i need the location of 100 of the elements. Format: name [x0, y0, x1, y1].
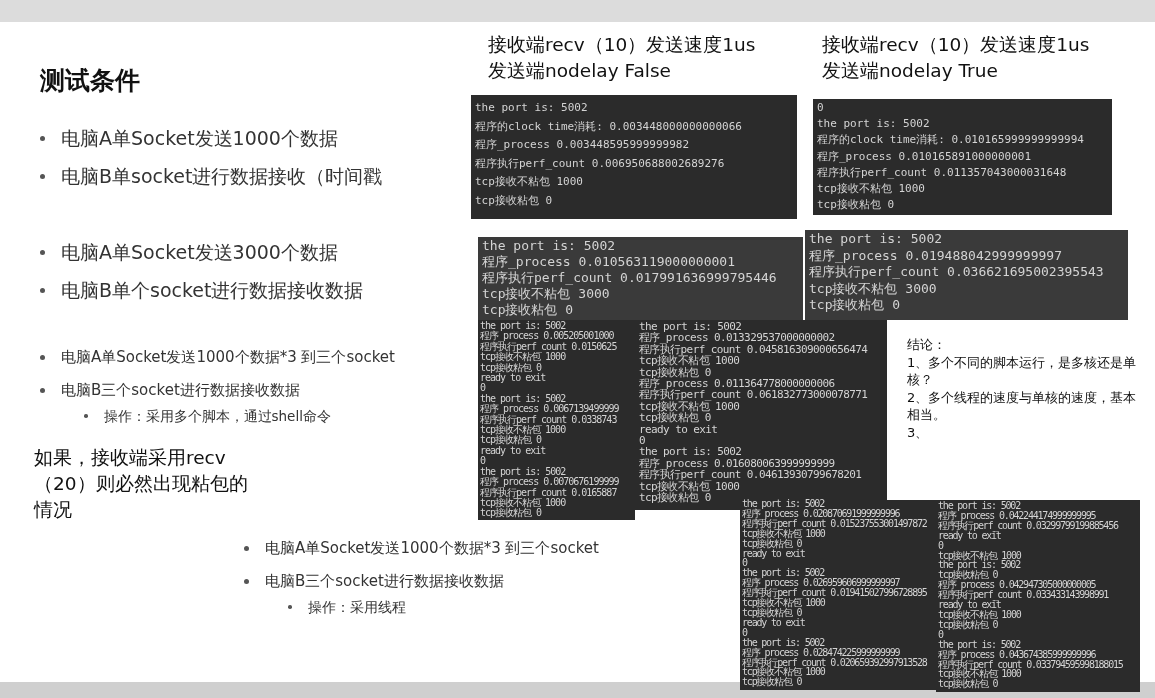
- terminal-line: tcp接收不粘包 1000: [742, 598, 825, 608]
- terminal-line: the port is: 5002: [480, 466, 566, 477]
- terminal-line: 程序执行perf_count 0.011357043000031648: [817, 164, 1067, 181]
- terminal-line: the port is: 5002: [938, 501, 1020, 511]
- terminal-line: 程序执行perf_count 0.0338743: [480, 414, 617, 426]
- terminal-line: 程序_process 0.028474225999999999: [742, 647, 900, 658]
- terminal-line: 程序_process 0.042244174999999995: [938, 510, 1096, 521]
- terminal-line: the port is: 5002: [817, 116, 930, 133]
- terminal-line: 程序执行perf_count 0.0150625: [480, 341, 617, 353]
- terminal-line: tcp接收不粘包 3000: [809, 280, 937, 297]
- terminal-line: 程序_process 0.043674385999999996: [938, 649, 1096, 660]
- terminal-line: 0: [817, 100, 824, 116]
- terminal-line: tcp接收粘包 0: [480, 362, 542, 374]
- terminal-line: tcp接收粘包 0: [938, 679, 998, 690]
- terminal-line: ready to exit: [938, 530, 1001, 541]
- terminal-line: 程序执行perf_count 0.03299799199885456: [938, 520, 1118, 531]
- terminal-line: tcp接收粘包 0: [480, 435, 542, 446]
- terminal-line: 程序_process 0.042947305000000005: [938, 580, 1096, 591]
- terminal-line: 程序_process 0.005205001000: [480, 331, 614, 342]
- terminal-line: 0: [938, 629, 943, 640]
- terminal-line: the port is: 5002: [742, 499, 824, 509]
- terminal-line: 0: [938, 540, 943, 551]
- terminal-line: 程序_process 0.0070676199999: [480, 477, 619, 488]
- bullet-icon: [40, 249, 45, 255]
- terminal-line: 程序_process 0.026959606999999997: [742, 578, 900, 589]
- terminal-line: the port is: 5002: [482, 238, 616, 254]
- terminal-line: 程序_process 0.016080063999999999: [639, 457, 835, 470]
- terminal-line: tcp接收粘包 0: [938, 619, 998, 630]
- terminal-line: tcp接收粘包 0: [639, 412, 711, 424]
- bullet-text: 电脑B三个socket进行数据接收数据: [61, 380, 300, 401]
- caption-text: 发送端nodelay True: [822, 59, 999, 83]
- bullet-icon: [244, 546, 249, 551]
- terminal-line: tcp接收粘包 0: [475, 192, 553, 209]
- terminal-line: tcp接收不粘包 1000: [742, 667, 825, 678]
- terminal-line: 程序的clock time消耗: 0.003448000000000066: [475, 118, 742, 135]
- terminal-line: 程序_process 0.019488042999999997: [809, 247, 1062, 264]
- terminal-line: tcp接收粘包 0: [742, 677, 802, 688]
- terminal-line: 程序_process 0.013329537000000002: [639, 332, 835, 344]
- terminal-line: 程序_process 0.010563119000000001: [482, 254, 735, 270]
- terminal-line: tcp接收不粘包 1000: [639, 355, 740, 367]
- terminal-line: 0: [480, 383, 486, 394]
- terminal-line: tcp接收不粘包 1000: [639, 400, 740, 413]
- terminal-line: 程序执行perf_count 0.017991636999795446: [482, 270, 777, 286]
- bullet-icon: [40, 355, 45, 360]
- terminal-line: tcp接收不粘包 1000: [475, 174, 583, 190]
- terminal-line: 程序执行perf_count 0.033794595998188015: [938, 659, 1123, 670]
- terminal-line: 0: [742, 558, 747, 569]
- bullet-text: 电脑A单Socket发送1000个数据*3 到三个socket: [265, 538, 599, 559]
- terminal-line: the port is: 5002: [742, 568, 824, 579]
- terminal-line: the port is: 5002: [639, 321, 742, 333]
- terminal-line: the port is: 5002: [639, 446, 742, 458]
- terminal-line: 程序_process 0.011364778000000006: [639, 378, 835, 390]
- terminal-line: tcp接收不粘包 1000: [817, 181, 925, 197]
- terminal-line: 程序执行perf_count 0.045816309000656474: [639, 343, 868, 356]
- terminal-line: tcp接收粘包 0: [809, 297, 901, 314]
- terminal-line: the port is: 5002: [938, 560, 1020, 571]
- terminal-line: 程序执行perf_count 0.0165887: [480, 487, 617, 498]
- terminal-line: tcp接收不粘包 1000: [938, 609, 1021, 620]
- bullet-text: 电脑B三个socket进行数据接收数据: [265, 571, 504, 592]
- terminal-line: 程序_process 0.003448595999999982: [475, 137, 690, 153]
- terminal-line: ready to exit: [938, 600, 1001, 610]
- terminal-line: tcp接收不粘包 1000: [742, 528, 825, 539]
- terminal-line: 程序执行perf_count 0.033433143998991: [938, 590, 1109, 601]
- bullet-icon: [40, 388, 45, 393]
- terminal-line: 程序_process 0.010165891000000001: [817, 148, 1032, 165]
- terminal-line: tcp接收不粘包 1000: [480, 352, 566, 363]
- terminal-line: tcp接收粘包 0: [938, 570, 998, 581]
- terminal-line: tcp接收粘包 0: [639, 366, 711, 379]
- bullet-text: 操作：采用线程: [307, 598, 406, 616]
- terminal-line: 程序执行perf_count 0.04613930799678201: [639, 469, 862, 481]
- terminal-line: tcp接收粘包 0: [817, 197, 895, 214]
- bullet-icon: [244, 579, 249, 584]
- bullet-text: 电脑A单Socket发送1000个数据*3 到三个socket: [61, 347, 395, 368]
- bullet-text: 电脑B单socket进行数据接收（时间戳: [61, 164, 383, 189]
- conclusion-text: 1、多个不同的脚本运行，是多核还是单核？: [907, 353, 1138, 389]
- terminal-line: tcp接收粘包 0: [482, 302, 574, 318]
- terminal-line: 0: [742, 627, 747, 638]
- terminal-line: tcp接收粘包 0: [639, 492, 711, 504]
- bullet-text: 电脑A单Socket发送1000个数据: [61, 126, 338, 151]
- terminal-line: 程序执行perf_count 0.019415027996728895: [742, 588, 927, 599]
- terminal-line: the port is: 5002: [938, 639, 1020, 650]
- terminal-line: ready to exit: [742, 617, 805, 628]
- caption-text: 发送端nodelay False: [488, 59, 672, 83]
- bullet-icon: [288, 605, 292, 609]
- terminal-line: tcp接收不粘包 1000: [480, 425, 566, 436]
- conclusion-text: 2、多个线程的速度与单核的速度，基本相当。: [907, 388, 1138, 424]
- terminal-line: tcp接收不粘包 3000: [482, 286, 610, 302]
- terminal-line: 程序执行perf_count 0.006950688002689276: [475, 155, 725, 172]
- terminal-line: the port is: 5002: [475, 100, 588, 116]
- terminal-line: the port is: 5002: [480, 393, 566, 404]
- slide-title: 测试条件: [40, 65, 141, 97]
- terminal-line: the port is: 5002: [809, 231, 943, 248]
- note-text: 如果，接收端采用recv（20）则必然出现粘包的情况: [34, 446, 249, 522]
- terminal-line: 程序执行perf_count 0.036621695002395543: [809, 264, 1104, 281]
- terminal-line: the port is: 5002: [480, 321, 566, 331]
- terminal-line: 程序_process 0.020870691999999996: [742, 508, 900, 519]
- terminal-line: 程序_process 0.0067139499999: [480, 404, 619, 415]
- terminal-line: ready to exit: [639, 423, 718, 436]
- terminal-line: ready to exit: [480, 445, 546, 457]
- terminal-line: ready to exit: [742, 548, 805, 559]
